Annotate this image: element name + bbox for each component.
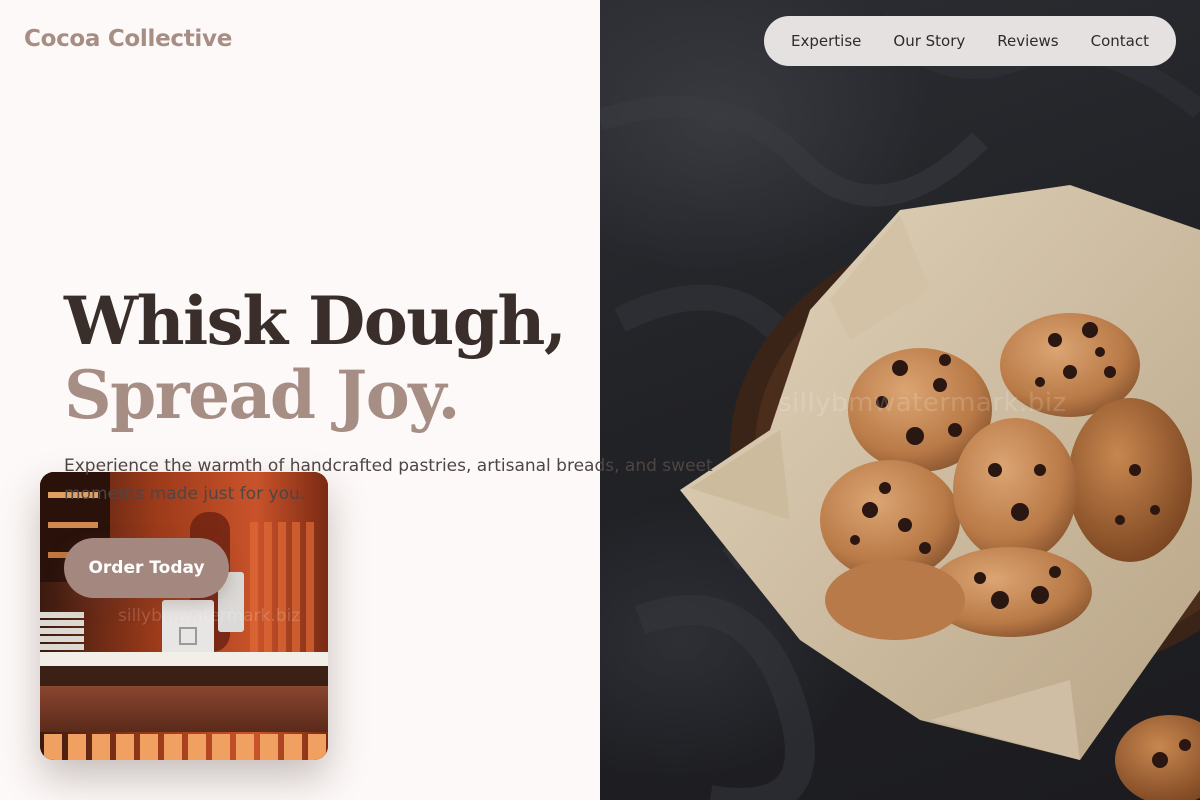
hero-photo: sillybmwatermark.biz <box>600 0 1200 800</box>
hero-subtitle: Experience the warmth of handcrafted pas… <box>64 456 713 504</box>
hero-heading: Whisk Dough, Spread Joy. <box>64 282 567 434</box>
nav-expertise[interactable]: Expertise <box>775 32 877 50</box>
hero-title-line2: Spread Joy. <box>64 356 460 434</box>
order-today-button[interactable]: Order Today <box>64 538 229 598</box>
main-nav: Expertise Our Story Reviews Contact <box>764 16 1176 66</box>
landing-page: Cocoa Collective sillybmwatermark.biz Ex… <box>0 0 1200 800</box>
photo-watermark: sillybmwatermark.biz <box>778 388 1067 418</box>
cafe-photo-card: sillybmwatermark.biz <box>40 472 328 760</box>
brand-logo[interactable]: Cocoa Collective <box>24 26 232 52</box>
card-watermark: sillybmwatermark.biz <box>118 606 301 626</box>
nav-contact[interactable]: Contact <box>1075 32 1165 50</box>
hero-title-line1: Whisk Dough, <box>64 282 567 360</box>
nav-reviews[interactable]: Reviews <box>981 32 1074 50</box>
nav-our-story[interactable]: Our Story <box>877 32 981 50</box>
